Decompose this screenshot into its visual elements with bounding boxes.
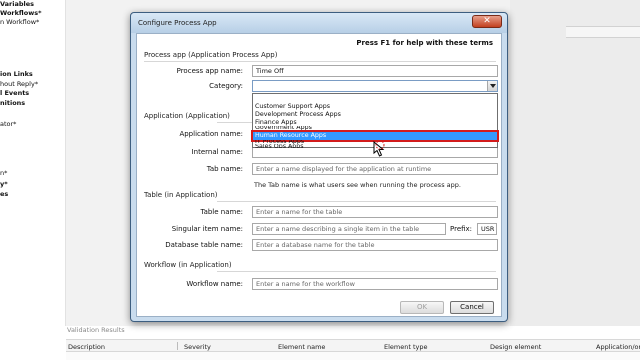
nav-item[interactable]: hout Reply* xyxy=(0,80,38,88)
prefix-label: Prefix: xyxy=(450,225,473,233)
category-label: Category: xyxy=(209,82,243,90)
singular-item-name-label: Singular item name: xyxy=(171,225,243,233)
category-option-selected[interactable]: Human Resource Apps xyxy=(251,130,499,142)
process-app-name-input[interactable]: Time Off xyxy=(252,65,498,77)
nav-item[interactable]: nitions xyxy=(0,99,25,107)
category-dropdown-button[interactable] xyxy=(487,81,497,91)
section-divider xyxy=(217,271,496,272)
nav-item[interactable]: n Workflow* xyxy=(0,18,39,26)
section-title-workflow: Workflow (in Application) xyxy=(144,261,232,269)
table-name-label: Table name: xyxy=(200,208,243,216)
database-table-name-input[interactable]: Enter a database name for the table xyxy=(252,239,498,251)
close-button[interactable]: ✕ xyxy=(472,15,502,28)
category-option[interactable]: Customer Support Apps xyxy=(253,103,497,111)
section-title-application: Application (Application) xyxy=(144,112,230,120)
table-name-input[interactable]: Enter a name for the table xyxy=(252,206,498,218)
dialog-title: Configure Process App xyxy=(138,19,217,27)
tab-name-note: The Tab name is what users see when runn… xyxy=(254,181,461,189)
column-header-element-name[interactable]: Element name xyxy=(278,343,325,351)
validation-results-header: Description Severity Element name Elemen… xyxy=(66,339,640,352)
section-title-table: Table (in Application) xyxy=(144,191,218,199)
workflow-name-label: Workflow name: xyxy=(186,280,243,288)
help-hint: Press F1 for help with these terms xyxy=(356,39,493,47)
nav-item[interactable]: n* xyxy=(0,169,7,177)
chevron-down-icon xyxy=(490,84,496,88)
nav-item[interactable]: ator* xyxy=(0,120,16,128)
section-divider xyxy=(144,61,496,62)
ok-button[interactable]: OK xyxy=(400,301,444,314)
section-title-process-app: Process app (Application Process App) xyxy=(144,51,278,59)
dialog-titlebar[interactable]: Configure Process App ✕ xyxy=(131,13,507,33)
category-dropdown-list: Customer Support Apps Development Proces… xyxy=(251,93,499,148)
cancel-button[interactable]: Cancel xyxy=(450,301,494,314)
configure-process-app-dialog: Configure Process App ✕ Press F1 for hel… xyxy=(130,12,508,322)
tab-name-label: Tab name: xyxy=(206,165,243,173)
prefix-input[interactable]: USR xyxy=(477,223,497,235)
internal-name-label: Internal name: xyxy=(191,148,243,156)
singular-item-name-input[interactable]: Enter a name describing a single item in… xyxy=(252,223,446,235)
nav-item[interactable]: l Events xyxy=(0,89,29,97)
tab-name-input[interactable]: Enter a name displayed for the applicati… xyxy=(252,163,498,175)
application-name-label: Application name: xyxy=(179,130,243,138)
nav-item[interactable]: ion Links xyxy=(0,70,33,78)
database-table-name-label: Database table name: xyxy=(165,241,243,249)
nav-item[interactable]: es xyxy=(0,190,8,198)
section-divider xyxy=(217,201,496,202)
background-right-panel xyxy=(510,0,640,326)
background-toolbar-strip xyxy=(566,26,640,38)
mouse-cursor-icon xyxy=(373,140,387,157)
category-select[interactable] xyxy=(252,80,498,92)
nav-item[interactable]: Variables xyxy=(0,0,34,8)
close-x-icon: ✕ xyxy=(483,16,491,26)
column-header-design-element[interactable]: Design element xyxy=(490,343,541,351)
workflow-name-input[interactable]: Enter a name for the workflow xyxy=(252,278,498,290)
category-option[interactable]: Development Process Apps xyxy=(253,111,497,119)
nav-item[interactable]: Workflows* xyxy=(0,9,42,17)
column-header-description[interactable]: Description xyxy=(68,343,105,351)
validation-results-list xyxy=(66,352,640,360)
column-separator xyxy=(177,342,178,350)
background-navigation-panel: Variables Workflows* n Workflow* ion Lin… xyxy=(0,0,66,326)
nav-item[interactable]: y* xyxy=(0,180,8,188)
validation-results-title: Validation Results xyxy=(67,326,125,334)
process-app-name-label: Process app name: xyxy=(176,67,243,75)
column-header-application[interactable]: Application/or xyxy=(596,343,640,351)
dialog-content: Press F1 for help with these terms Proce… xyxy=(136,33,502,317)
column-header-severity[interactable]: Severity xyxy=(184,343,211,351)
column-header-element-type[interactable]: Element type xyxy=(384,343,428,351)
